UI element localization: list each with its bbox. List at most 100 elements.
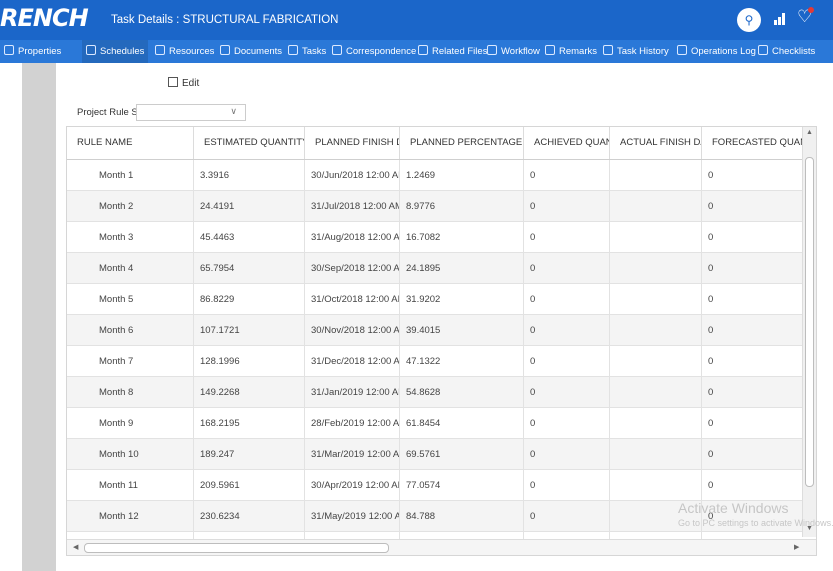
table-row[interactable]: Month 7 128.1996 31/Dec/2018 12:00 AM 47.13…: [67, 346, 802, 377]
checklist-icon: [758, 45, 768, 55]
estimated-quantity-cell: 86.8229: [194, 284, 305, 315]
planned-finish-date-cell: 30/Apr/2019 12:00 AM: [305, 470, 400, 501]
column-header[interactable]: ACTUAL FINISH DATE: [610, 127, 702, 159]
vertical-scrollbar[interactable]: ▲ ▼: [802, 127, 816, 537]
table-row[interactable]: Month 5 86.8229 31/Oct/2018 12:00 AM 31.920…: [67, 284, 802, 315]
column-header[interactable]: FORECASTED QUANTITY: [702, 127, 802, 159]
planned-finish-date-cell: 31/Aug/2018 12:00 AM: [305, 222, 400, 253]
app-logo: RENCH: [0, 4, 89, 32]
column-header[interactable]: PLANNED FINISH DATE: [305, 127, 400, 159]
achieved-quantity-cell: 0: [524, 470, 610, 501]
watermark-title: Activate Windows: [678, 500, 789, 516]
planned-finish-date-cell: 31/Mar/2019 12:00 AM: [305, 439, 400, 470]
planned-finish-date-cell: 28/Feb/2019 12:00 AM: [305, 408, 400, 439]
table-row[interactable]: Month 1 3.3916 30/Jun/2018 12:00 AM 1.2469 0…: [67, 160, 802, 191]
actual-finish-date-cell: [610, 408, 702, 439]
achieved-quantity-cell: 0: [524, 160, 610, 191]
comment-icon: [545, 45, 555, 55]
horizontal-scroll-thumb[interactable]: [84, 543, 389, 553]
signal-icon[interactable]: [774, 13, 786, 25]
page-title: Task Details : STRUCTURAL FABRICATION: [111, 14, 339, 26]
achieved-quantity-cell: 0: [524, 408, 610, 439]
planned-percentage-cell: 77.0574: [400, 470, 524, 501]
rule-name-cell: Month 6: [67, 315, 194, 346]
planned-finish-date-cell: 31/Oct/2018 12:00 AM: [305, 284, 400, 315]
rule-name-cell: Month 5: [67, 284, 194, 315]
notification-badge: [808, 7, 814, 13]
planned-finish-date-cell: 30/Sep/2018 12:00 AM: [305, 253, 400, 284]
planned-percentage-cell: 61.8454: [400, 408, 524, 439]
scroll-right-icon[interactable]: ▶: [794, 543, 799, 551]
actual-finish-date-cell: [610, 284, 702, 315]
horizontal-scrollbar[interactable]: ◀ ▶: [67, 539, 816, 555]
achieved-quantity-cell: 0: [524, 439, 610, 470]
history-icon: [603, 45, 613, 55]
table-row[interactable]: Month 10 189.247 31/Mar/2019 12:00 AM 69.57…: [67, 439, 802, 470]
planned-percentage-cell: 16.7082: [400, 222, 524, 253]
tab-documents[interactable]: Documents: [220, 40, 282, 63]
tab-remarks[interactable]: Remarks: [545, 40, 597, 63]
project-rule-set-select[interactable]: ∨: [136, 104, 246, 121]
column-header[interactable]: RULE NAME: [67, 127, 194, 159]
edit-button[interactable]: Edit: [168, 77, 199, 89]
workflow-icon: [487, 45, 497, 55]
document-icon: [220, 45, 230, 55]
forecasted-quantity-cell: 0: [708, 294, 714, 305]
estimated-quantity-cell: 65.7954: [194, 253, 305, 284]
forecasted-quantity-cell: 0: [708, 201, 714, 212]
rule-name-cell: Month 11: [67, 470, 194, 501]
column-header[interactable]: PLANNED PERCENTAGE: [400, 127, 524, 159]
estimated-quantity-cell: 128.1996: [194, 346, 305, 377]
tab-properties[interactable]: Properties: [4, 40, 61, 63]
tab-checklists[interactable]: Checklists: [758, 40, 815, 63]
table-row[interactable]: Month 11 209.5961 30/Apr/2019 12:00 AM 77.0…: [67, 470, 802, 501]
forecasted-quantity-cell: 0: [708, 170, 714, 181]
actual-finish-date-cell: [610, 377, 702, 408]
planned-finish-date-cell: 30/Jun/2018 12:00 AM: [305, 160, 400, 191]
tab-correspondence[interactable]: Correspondence: [332, 40, 416, 63]
tab-resources[interactable]: Resources: [155, 40, 214, 63]
estimated-quantity-cell: 209.5961: [194, 470, 305, 501]
rule-name-cell: Month 4: [67, 253, 194, 284]
task-list-icon: [288, 45, 298, 55]
watermark-subtitle: Go to PC settings to activate Windows.: [678, 518, 833, 528]
tab-tasks[interactable]: Tasks: [288, 40, 326, 63]
mail-icon: [332, 45, 342, 55]
scroll-up-icon[interactable]: ▲: [806, 129, 813, 136]
achieved-quantity-cell: 0: [524, 315, 610, 346]
forecasted-quantity-cell: 0: [708, 232, 714, 243]
forecasted-quantity-cell: 0: [708, 480, 714, 491]
achieved-quantity-cell: 0: [524, 191, 610, 222]
column-header[interactable]: ESTIMATED QUANTITY: [194, 127, 305, 159]
table-row[interactable]: Month 6 107.1721 30/Nov/2018 12:00 AM 39.40…: [67, 315, 802, 346]
planned-finish-date-cell: 31/Jan/2019 12:00 AM: [305, 377, 400, 408]
estimated-quantity-cell: 168.2195: [194, 408, 305, 439]
tab-workflow[interactable]: Workflow: [487, 40, 540, 63]
scroll-left-icon[interactable]: ◀: [73, 543, 78, 551]
forecasted-quantity-cell: 0: [708, 356, 714, 367]
actual-finish-date-cell: [610, 191, 702, 222]
table-row[interactable]: Month 2 24.4191 31/Jul/2018 12:00 AM 8.9776…: [67, 191, 802, 222]
tab-task-history[interactable]: Task History: [603, 40, 669, 63]
vertical-scroll-thumb[interactable]: [805, 157, 814, 487]
table-row[interactable]: Month 9 168.2195 28/Feb/2019 12:00 AM 61.84…: [67, 408, 802, 439]
table-row[interactable]: Month 4 65.7954 30/Sep/2018 12:00 AM 24.189…: [67, 253, 802, 284]
tab-bar: Properties Schedules Resources Documents…: [0, 40, 833, 63]
tab-related-files[interactable]: Related Files: [418, 40, 487, 63]
schedule-grid: RULE NAME ESTIMATED QUANTITY PLANNED FIN…: [66, 126, 817, 556]
table-row[interactable]: Month 3 45.4463 31/Aug/2018 12:00 AM 16.708…: [67, 222, 802, 253]
column-header[interactable]: ACHIEVED QUANTI...: [524, 127, 610, 159]
rule-name-cell: Month 8: [67, 377, 194, 408]
forecasted-quantity-cell: 0: [708, 325, 714, 336]
rule-name-cell: Month 2: [67, 191, 194, 222]
achieved-quantity-cell: 0: [524, 346, 610, 377]
actual-finish-date-cell: [610, 222, 702, 253]
rule-name-cell: Month 10: [67, 439, 194, 470]
actual-finish-date-cell: [610, 315, 702, 346]
tab-schedules[interactable]: Schedules: [82, 40, 149, 63]
tab-operations-log[interactable]: Operations Log: [677, 40, 756, 63]
achieved-quantity-cell: 0: [524, 253, 610, 284]
table-row[interactable]: Month 8 149.2268 31/Jan/2019 12:00 AM 54.86…: [67, 377, 802, 408]
estimated-quantity-cell: 45.4463: [194, 222, 305, 253]
search-icon[interactable]: ⚲: [737, 8, 761, 32]
